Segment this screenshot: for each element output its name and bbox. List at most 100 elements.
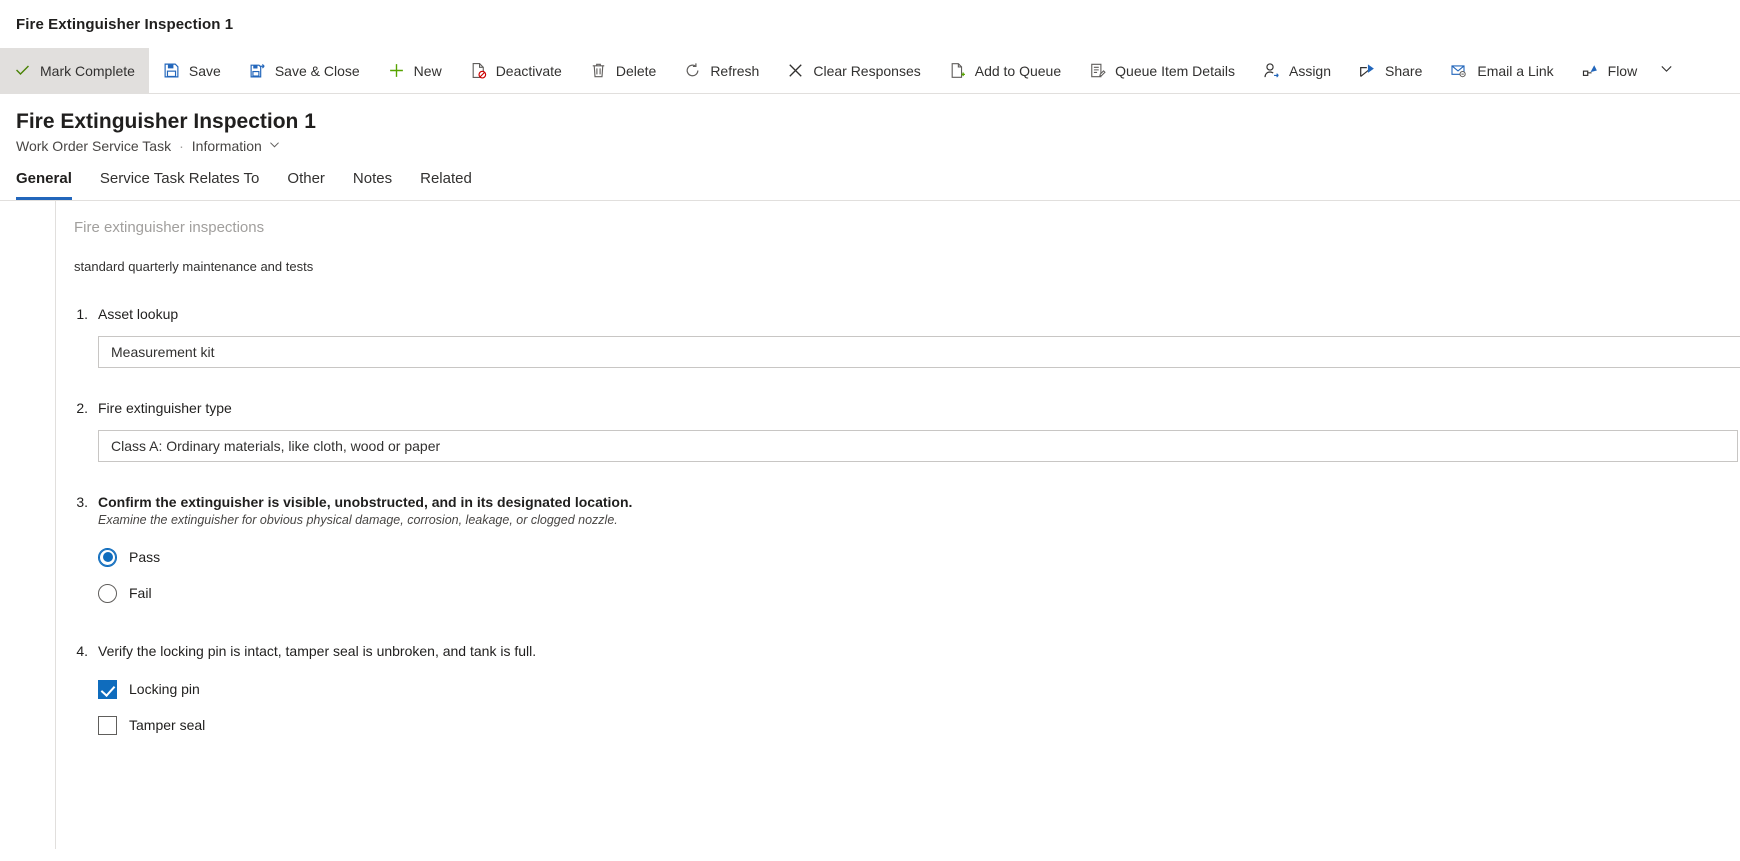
asset-lookup-input[interactable]: Measurement kit: [98, 336, 1740, 368]
tab-label: Service Task Relates To: [99, 170, 260, 187]
question-number: 1.: [76, 306, 88, 322]
command-email-a-link[interactable]: Email a Link: [1436, 48, 1567, 93]
plus-icon: [388, 62, 405, 79]
chevron-down-icon: [268, 138, 281, 154]
question-4: 4. Verify the locking pin is intact, tam…: [64, 643, 1740, 743]
app-title-bar: Fire Extinguisher Inspection 1: [0, 0, 1740, 48]
command-label: Share: [1385, 62, 1423, 79]
command-label: New: [413, 62, 442, 79]
question-label: Asset lookup: [98, 306, 179, 322]
form-selector-label: Information: [191, 138, 262, 154]
question-3: 3. Confirm the extinguisher is visible, …: [64, 494, 1740, 611]
chevron-down-icon: [1659, 61, 1674, 81]
tab-other[interactable]: Other: [273, 169, 339, 200]
save-icon: [163, 62, 180, 79]
command-label: Refresh: [710, 62, 760, 79]
command-queue-item-details[interactable]: Queue Item Details: [1075, 48, 1249, 93]
radio-option-label: Pass: [129, 549, 161, 565]
command-label: Queue Item Details: [1115, 62, 1235, 79]
question-label: Confirm the extinguisher is visible, uno…: [98, 494, 633, 510]
refresh-icon: [684, 62, 701, 79]
command-bar-overflow-button[interactable]: [1651, 48, 1688, 93]
asset-lookup-value: Measurement kit: [111, 344, 215, 360]
share-icon: [1359, 62, 1376, 79]
checkbox-icon[interactable]: [98, 679, 117, 699]
command-label: Assign: [1288, 62, 1332, 79]
command-clear-responses[interactable]: Clear Responses: [773, 48, 934, 93]
command-deactivate[interactable]: Deactivate: [456, 48, 576, 93]
save-and-close-icon: [249, 62, 266, 79]
tab-label: Other: [287, 170, 325, 187]
command-assign[interactable]: Assign: [1249, 48, 1345, 93]
tab-related[interactable]: Related: [406, 169, 486, 200]
tab-notes[interactable]: Notes: [339, 169, 406, 200]
question-number: 4.: [76, 643, 88, 659]
fire-extinguisher-type-input[interactable]: Class A: Ordinary materials, like cloth,…: [98, 430, 1738, 462]
app-title: Fire Extinguisher Inspection 1: [16, 15, 234, 33]
radio-option-pass[interactable]: Pass: [98, 539, 1740, 575]
question-2: 2. Fire extinguisher type Class A: Ordin…: [64, 400, 1740, 462]
flow-icon: [1582, 62, 1599, 79]
tab-label: Related: [420, 170, 472, 187]
radio-option-fail[interactable]: Fail: [98, 575, 1740, 611]
command-label: Save: [188, 62, 221, 79]
command-save-and-close[interactable]: Save & Close: [235, 48, 374, 93]
email-link-icon: [1450, 62, 1468, 79]
command-new[interactable]: New: [374, 48, 456, 93]
add-to-queue-icon: [949, 62, 966, 79]
record-subheader: Work Order Service Task · Information: [16, 138, 1740, 154]
tab-service-task-relates-to[interactable]: Service Task Relates To: [86, 169, 274, 200]
close-x-icon: [787, 62, 804, 79]
form-tab-list: General Service Task Relates To Other No…: [0, 154, 1740, 201]
pass-fail-radio-group: Pass Fail: [98, 539, 1740, 611]
checkbox-option-tamper-seal[interactable]: Tamper seal: [98, 707, 1740, 743]
command-label: Deactivate: [495, 62, 562, 79]
queue-item-details-icon: [1089, 62, 1106, 79]
assign-person-icon: [1263, 62, 1280, 79]
verification-checkbox-group: Locking pin Tamper seal: [98, 671, 1740, 743]
command-label: Clear Responses: [813, 62, 921, 79]
command-label: Delete: [615, 62, 657, 79]
command-label: Save & Close: [274, 62, 360, 79]
question-number: 3.: [76, 494, 88, 510]
radio-icon[interactable]: [98, 547, 117, 567]
command-label: Email a Link: [1477, 62, 1554, 79]
radio-option-label: Fail: [129, 585, 152, 601]
radio-icon[interactable]: [98, 583, 117, 603]
question-1: 1. Asset lookup Measurement kit: [64, 306, 1740, 368]
checkmark-icon: [14, 62, 31, 79]
tab-label: Notes: [352, 170, 393, 187]
record-header: Fire Extinguisher Inspection 1 Work Orde…: [0, 94, 1740, 154]
checkbox-icon[interactable]: [98, 715, 117, 735]
question-hint: Examine the extinguisher for obvious phy…: [98, 513, 618, 527]
entity-name: Work Order Service Task: [16, 138, 172, 154]
command-label: Add to Queue: [974, 62, 1062, 79]
checkbox-option-label: Tamper seal: [129, 717, 206, 733]
command-label: Mark Complete: [40, 62, 135, 79]
question-number: 2.: [76, 400, 88, 416]
tab-label: General: [16, 170, 72, 187]
question-label: Verify the locking pin is intact, tamper…: [98, 643, 537, 659]
command-delete[interactable]: Delete: [576, 48, 670, 93]
form-selector[interactable]: Information: [192, 138, 281, 154]
checkbox-option-locking-pin[interactable]: Locking pin: [98, 671, 1740, 707]
command-mark-complete[interactable]: Mark Complete: [0, 48, 149, 93]
command-share[interactable]: Share: [1345, 48, 1436, 93]
checkbox-option-label: Locking pin: [129, 681, 200, 697]
separator-dot: ·: [179, 138, 184, 154]
fire-extinguisher-type-value: Class A: Ordinary materials, like cloth,…: [111, 438, 441, 454]
command-add-to-queue[interactable]: Add to Queue: [935, 48, 1075, 93]
tab-general[interactable]: General: [16, 169, 86, 200]
deactivate-icon: [470, 62, 487, 79]
inspection-section-title: Fire extinguisher inspections: [74, 219, 265, 236]
command-save[interactable]: Save: [149, 48, 235, 93]
page-title: Fire Extinguisher Inspection 1: [16, 110, 316, 133]
question-label: Fire extinguisher type: [98, 400, 232, 416]
command-label: Flow: [1607, 62, 1638, 79]
trash-icon: [590, 62, 607, 79]
form-canvas: Fire extinguisher inspections standard q…: [0, 201, 1740, 849]
inspection-section-description: standard quarterly maintenance and tests: [74, 259, 314, 274]
command-bar: Mark Complete Save Save & Close New Deac…: [0, 48, 1740, 94]
command-flow[interactable]: Flow: [1568, 48, 1652, 93]
command-refresh[interactable]: Refresh: [670, 48, 773, 93]
